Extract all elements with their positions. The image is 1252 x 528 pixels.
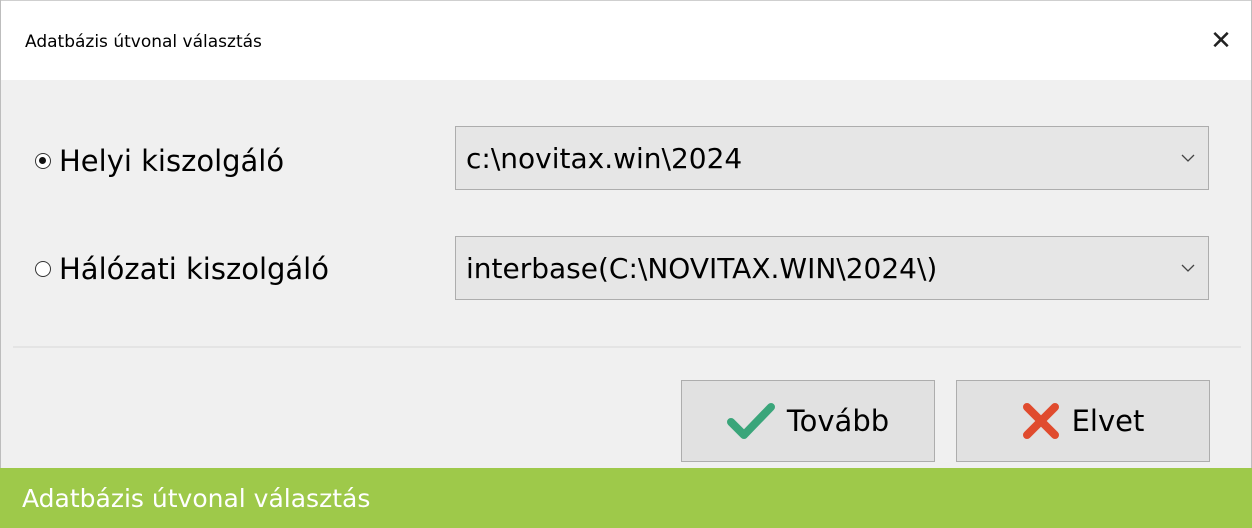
- continue-button-label: Tovább: [786, 404, 890, 438]
- close-icon: ✕: [1210, 26, 1232, 56]
- discard-button-label: Elvet: [1071, 404, 1145, 438]
- chevron-down-icon[interactable]: [1168, 237, 1208, 299]
- radio-local-indicator[interactable]: [35, 153, 51, 169]
- radio-network-indicator[interactable]: [35, 261, 51, 277]
- discard-button[interactable]: Elvet: [956, 380, 1210, 462]
- local-path-combobox[interactable]: c:\novitax.win\2024: [455, 126, 1209, 190]
- caption-text: Adatbázis útvonal választás: [22, 483, 371, 513]
- local-path-value: c:\novitax.win\2024: [466, 141, 743, 175]
- radio-local-server[interactable]: Helyi kiszolgáló: [35, 144, 284, 178]
- chevron-down-icon[interactable]: [1168, 127, 1208, 189]
- dialog-window: Adatbázis útvonal választás ✕ Helyi kisz…: [0, 0, 1252, 468]
- radio-network-server[interactable]: Hálózati kiszolgáló: [35, 252, 329, 286]
- radio-network-label: Hálózati kiszolgáló: [59, 252, 329, 286]
- checkmark-icon: [726, 402, 775, 440]
- window-title: Adatbázis útvonal választás: [25, 32, 262, 52]
- close-button[interactable]: ✕: [1191, 2, 1251, 80]
- continue-button[interactable]: Tovább: [681, 380, 935, 462]
- network-path-value: interbase(C:\NOVITAX.WIN\2024\): [466, 251, 938, 285]
- title-bar[interactable]: Adatbázis útvonal választás ✕: [1, 0, 1251, 80]
- red-x-icon: [1022, 402, 1060, 440]
- network-path-combobox[interactable]: interbase(C:\NOVITAX.WIN\2024\): [455, 236, 1209, 300]
- caption-banner: Adatbázis útvonal választás: [0, 468, 1252, 528]
- database-path-group: Helyi kiszolgáló c:\novitax.win\2024 Hál…: [13, 80, 1241, 348]
- radio-local-label: Helyi kiszolgáló: [59, 144, 285, 178]
